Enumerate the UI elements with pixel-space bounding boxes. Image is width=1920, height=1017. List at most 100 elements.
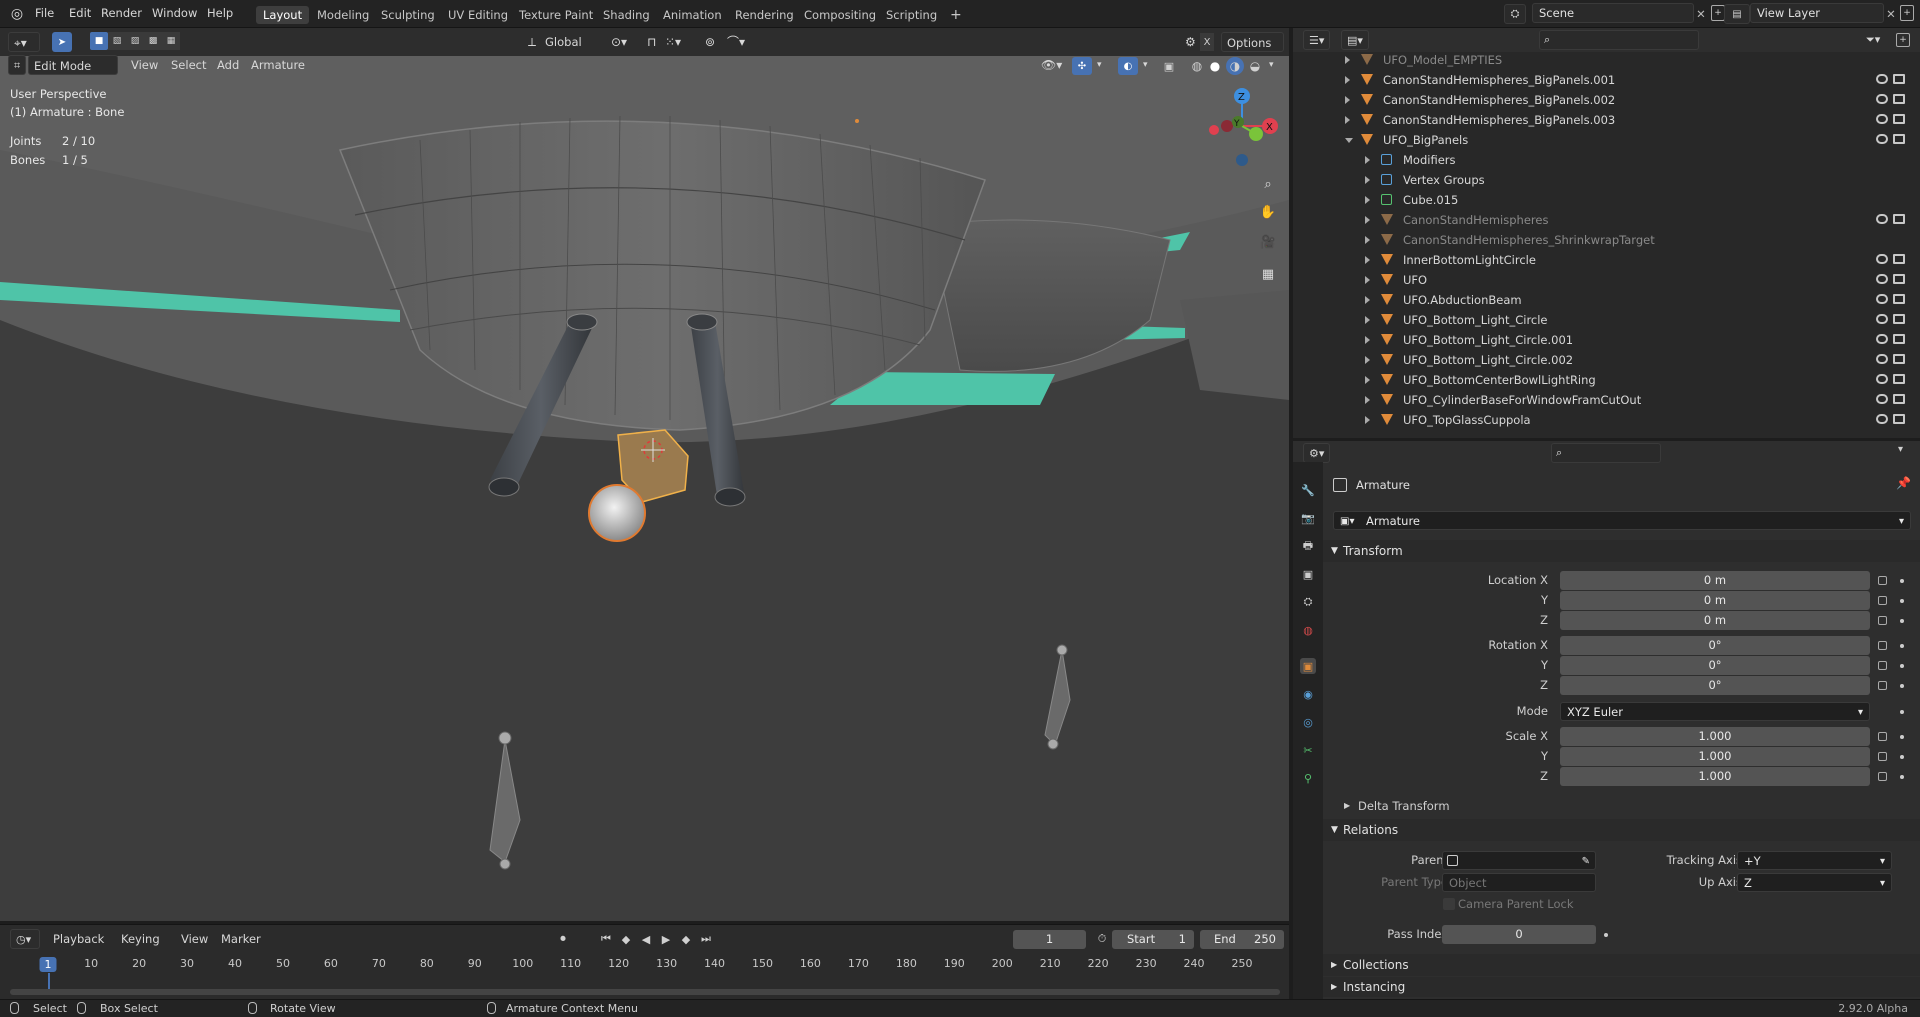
scene-browse-icon[interactable]: ⛭ <box>1504 4 1526 24</box>
outliner-row[interactable]: UFO <box>1293 270 1913 290</box>
gizmo-toggle-icon[interactable]: ✣ <box>1072 57 1092 75</box>
outliner-editor-type-button[interactable]: ☰▾ <box>1303 30 1331 50</box>
outliner-row[interactable]: InnerBottomLightCircle <box>1293 250 1913 270</box>
menu-file[interactable]: File <box>35 6 54 20</box>
menu-armature[interactable]: Armature <box>246 55 310 75</box>
visibility-icon[interactable]: 👁▾ <box>1036 55 1067 75</box>
scale-x-field[interactable]: 1.000 <box>1560 727 1870 746</box>
tab-modeling[interactable]: Modeling <box>310 6 376 24</box>
tool-tab-icon[interactable]: 🔧 <box>1300 482 1316 498</box>
keyframe-dot-icon[interactable] <box>1900 644 1904 648</box>
overlay-toggle-icon[interactable]: ◐ <box>1118 57 1138 75</box>
shading-material-icon[interactable]: ◑ <box>1226 57 1244 75</box>
outliner-row[interactable]: UFO_TopGlassCuppola <box>1293 410 1913 430</box>
constraints-tab-icon[interactable]: ✂ <box>1300 742 1316 758</box>
expand-icon[interactable] <box>1365 416 1370 424</box>
outliner-row[interactable]: UFO_Model_EMPTIES <box>1293 50 1913 70</box>
outliner-row[interactable]: CanonStandHemispheres_BigPanels.003 <box>1293 110 1913 130</box>
location-y-field[interactable]: 0 m <box>1560 591 1870 610</box>
armature-data-tab-icon[interactable]: ⚲ <box>1300 770 1316 786</box>
render-visibility-icon[interactable] <box>1893 334 1905 344</box>
next-keyframe-icon[interactable]: ◆ <box>678 931 694 947</box>
expand-icon[interactable] <box>1365 176 1370 184</box>
select-box-intersect-icon[interactable]: ▦ <box>162 32 180 50</box>
play-icon[interactable]: ▶ <box>658 931 674 947</box>
select-box-extend-icon[interactable]: ▧ <box>108 32 126 50</box>
expand-icon[interactable] <box>1365 196 1370 204</box>
pivot-point-icon[interactable]: ⊙▾ <box>606 32 632 52</box>
expand-icon[interactable] <box>1345 96 1350 104</box>
play-reverse-icon[interactable]: ◀ <box>638 931 654 947</box>
display-mode-button[interactable]: ▤▾ <box>1341 30 1369 50</box>
visibility-eye-icon[interactable] <box>1876 414 1888 424</box>
scene-tab-icon[interactable]: ⛭ <box>1300 594 1316 610</box>
expand-icon[interactable] <box>1365 236 1370 244</box>
visibility-eye-icon[interactable] <box>1876 214 1888 224</box>
location-x-field[interactable]: 0 m <box>1560 571 1870 590</box>
keyframe-dot-icon[interactable] <box>1900 775 1904 779</box>
start-frame-field[interactable]: Start 1 <box>1112 930 1194 949</box>
menu-keying[interactable]: Keying <box>116 929 165 949</box>
tab-uv-editing[interactable]: UV Editing <box>441 6 515 24</box>
scene-field[interactable]: Scene <box>1532 3 1694 23</box>
outliner-row[interactable]: CanonStandHemispheres_BigPanels.002 <box>1293 90 1913 110</box>
render-visibility-icon[interactable] <box>1893 94 1905 104</box>
3d-viewport[interactable] <box>0 28 1289 921</box>
lock-icon[interactable] <box>1878 641 1887 650</box>
menu-render[interactable]: Render <box>101 6 142 20</box>
mode-keyframe-dot-icon[interactable] <box>1900 710 1904 714</box>
rotation-x-field[interactable]: 0° <box>1560 636 1870 655</box>
render-visibility-icon[interactable] <box>1893 394 1905 404</box>
lock-icon[interactable] <box>1878 661 1887 670</box>
object-tab-icon[interactable]: ▣ <box>1300 658 1316 674</box>
object-gizmo-icon[interactable]: ⚙ <box>1180 32 1201 52</box>
preview-range-icon[interactable]: ⏱ <box>1094 931 1110 947</box>
proportional-edit-icon[interactable]: ⊚ <box>700 32 720 52</box>
render-visibility-icon[interactable] <box>1893 254 1905 264</box>
relations-panel-header[interactable]: ▼ Relations <box>1323 819 1920 841</box>
render-visibility-icon[interactable] <box>1893 414 1905 424</box>
menu-select[interactable]: Select <box>166 55 211 75</box>
outliner-row[interactable]: UFO_BottomCenterBowlLightRing <box>1293 370 1913 390</box>
modifiers-tab-icon[interactable]: ◉ <box>1300 686 1316 702</box>
lock-icon[interactable] <box>1878 596 1887 605</box>
visibility-eye-icon[interactable] <box>1876 254 1888 264</box>
lock-icon[interactable] <box>1878 752 1887 761</box>
scale-y-field[interactable]: 1.000 <box>1560 747 1870 766</box>
select-box-new-icon[interactable]: ■ <box>90 32 108 50</box>
expand-icon[interactable] <box>1365 356 1370 364</box>
shading-wireframe-icon[interactable]: ◍ <box>1188 57 1206 75</box>
menu-playback[interactable]: Playback <box>48 929 109 949</box>
outliner-row[interactable]: Vertex Groups <box>1293 170 1913 190</box>
expand-icon[interactable] <box>1365 396 1370 404</box>
view-layer-close-icon[interactable]: ✕ <box>1884 4 1898 24</box>
visibility-eye-icon[interactable] <box>1876 294 1888 304</box>
visibility-eye-icon[interactable] <box>1876 114 1888 124</box>
outliner-row[interactable]: UFO_Bottom_Light_Circle <box>1293 310 1913 330</box>
timeline-editor-type-button[interactable]: ◷▾ <box>10 929 40 949</box>
tab-texture-paint[interactable]: Texture Paint <box>512 6 600 24</box>
current-frame-indicator[interactable]: 1 <box>39 957 57 972</box>
properties-search-input[interactable]: ⌕ <box>1551 443 1661 463</box>
render-visibility-icon[interactable] <box>1893 314 1905 324</box>
location-z-field[interactable]: 0 m <box>1560 611 1870 630</box>
visibility-eye-icon[interactable] <box>1876 394 1888 404</box>
visibility-eye-icon[interactable] <box>1876 274 1888 284</box>
tab-sculpting[interactable]: Sculpting <box>374 6 442 24</box>
instancing-panel-header[interactable]: ▶ Instancing <box>1323 977 1920 997</box>
rotation-z-field[interactable]: 0° <box>1560 676 1870 695</box>
keyframe-dot-icon[interactable] <box>1900 755 1904 759</box>
outliner-row[interactable]: CanonStandHemispheres <box>1293 210 1913 230</box>
new-collection-icon[interactable]: + <box>1896 33 1910 47</box>
lock-icon[interactable] <box>1878 732 1887 741</box>
view-layer-field[interactable]: View Layer <box>1750 3 1884 23</box>
outliner-row[interactable]: UFO_BigPanels <box>1293 130 1913 150</box>
datablock-field[interactable]: ▣▾ Armature ▾ <box>1333 511 1911 530</box>
transform-orientation-icon[interactable]: ⟂ <box>523 32 541 52</box>
properties-editor-type-button[interactable]: ⚙▾ <box>1303 443 1331 463</box>
properties-options-icon[interactable]: ▾ <box>1898 444 1903 455</box>
render-visibility-icon[interactable] <box>1893 374 1905 384</box>
frame-ruler[interactable]: 1 10 20 30 40 50 60 70 80 90 100 110 120 130 140 150 160… <box>0 951 1289 991</box>
physics-tab-icon[interactable]: ◎ <box>1300 714 1316 730</box>
outliner-row[interactable]: CanonStandHemispheres_ShrinkwrapTarget <box>1293 230 1913 250</box>
